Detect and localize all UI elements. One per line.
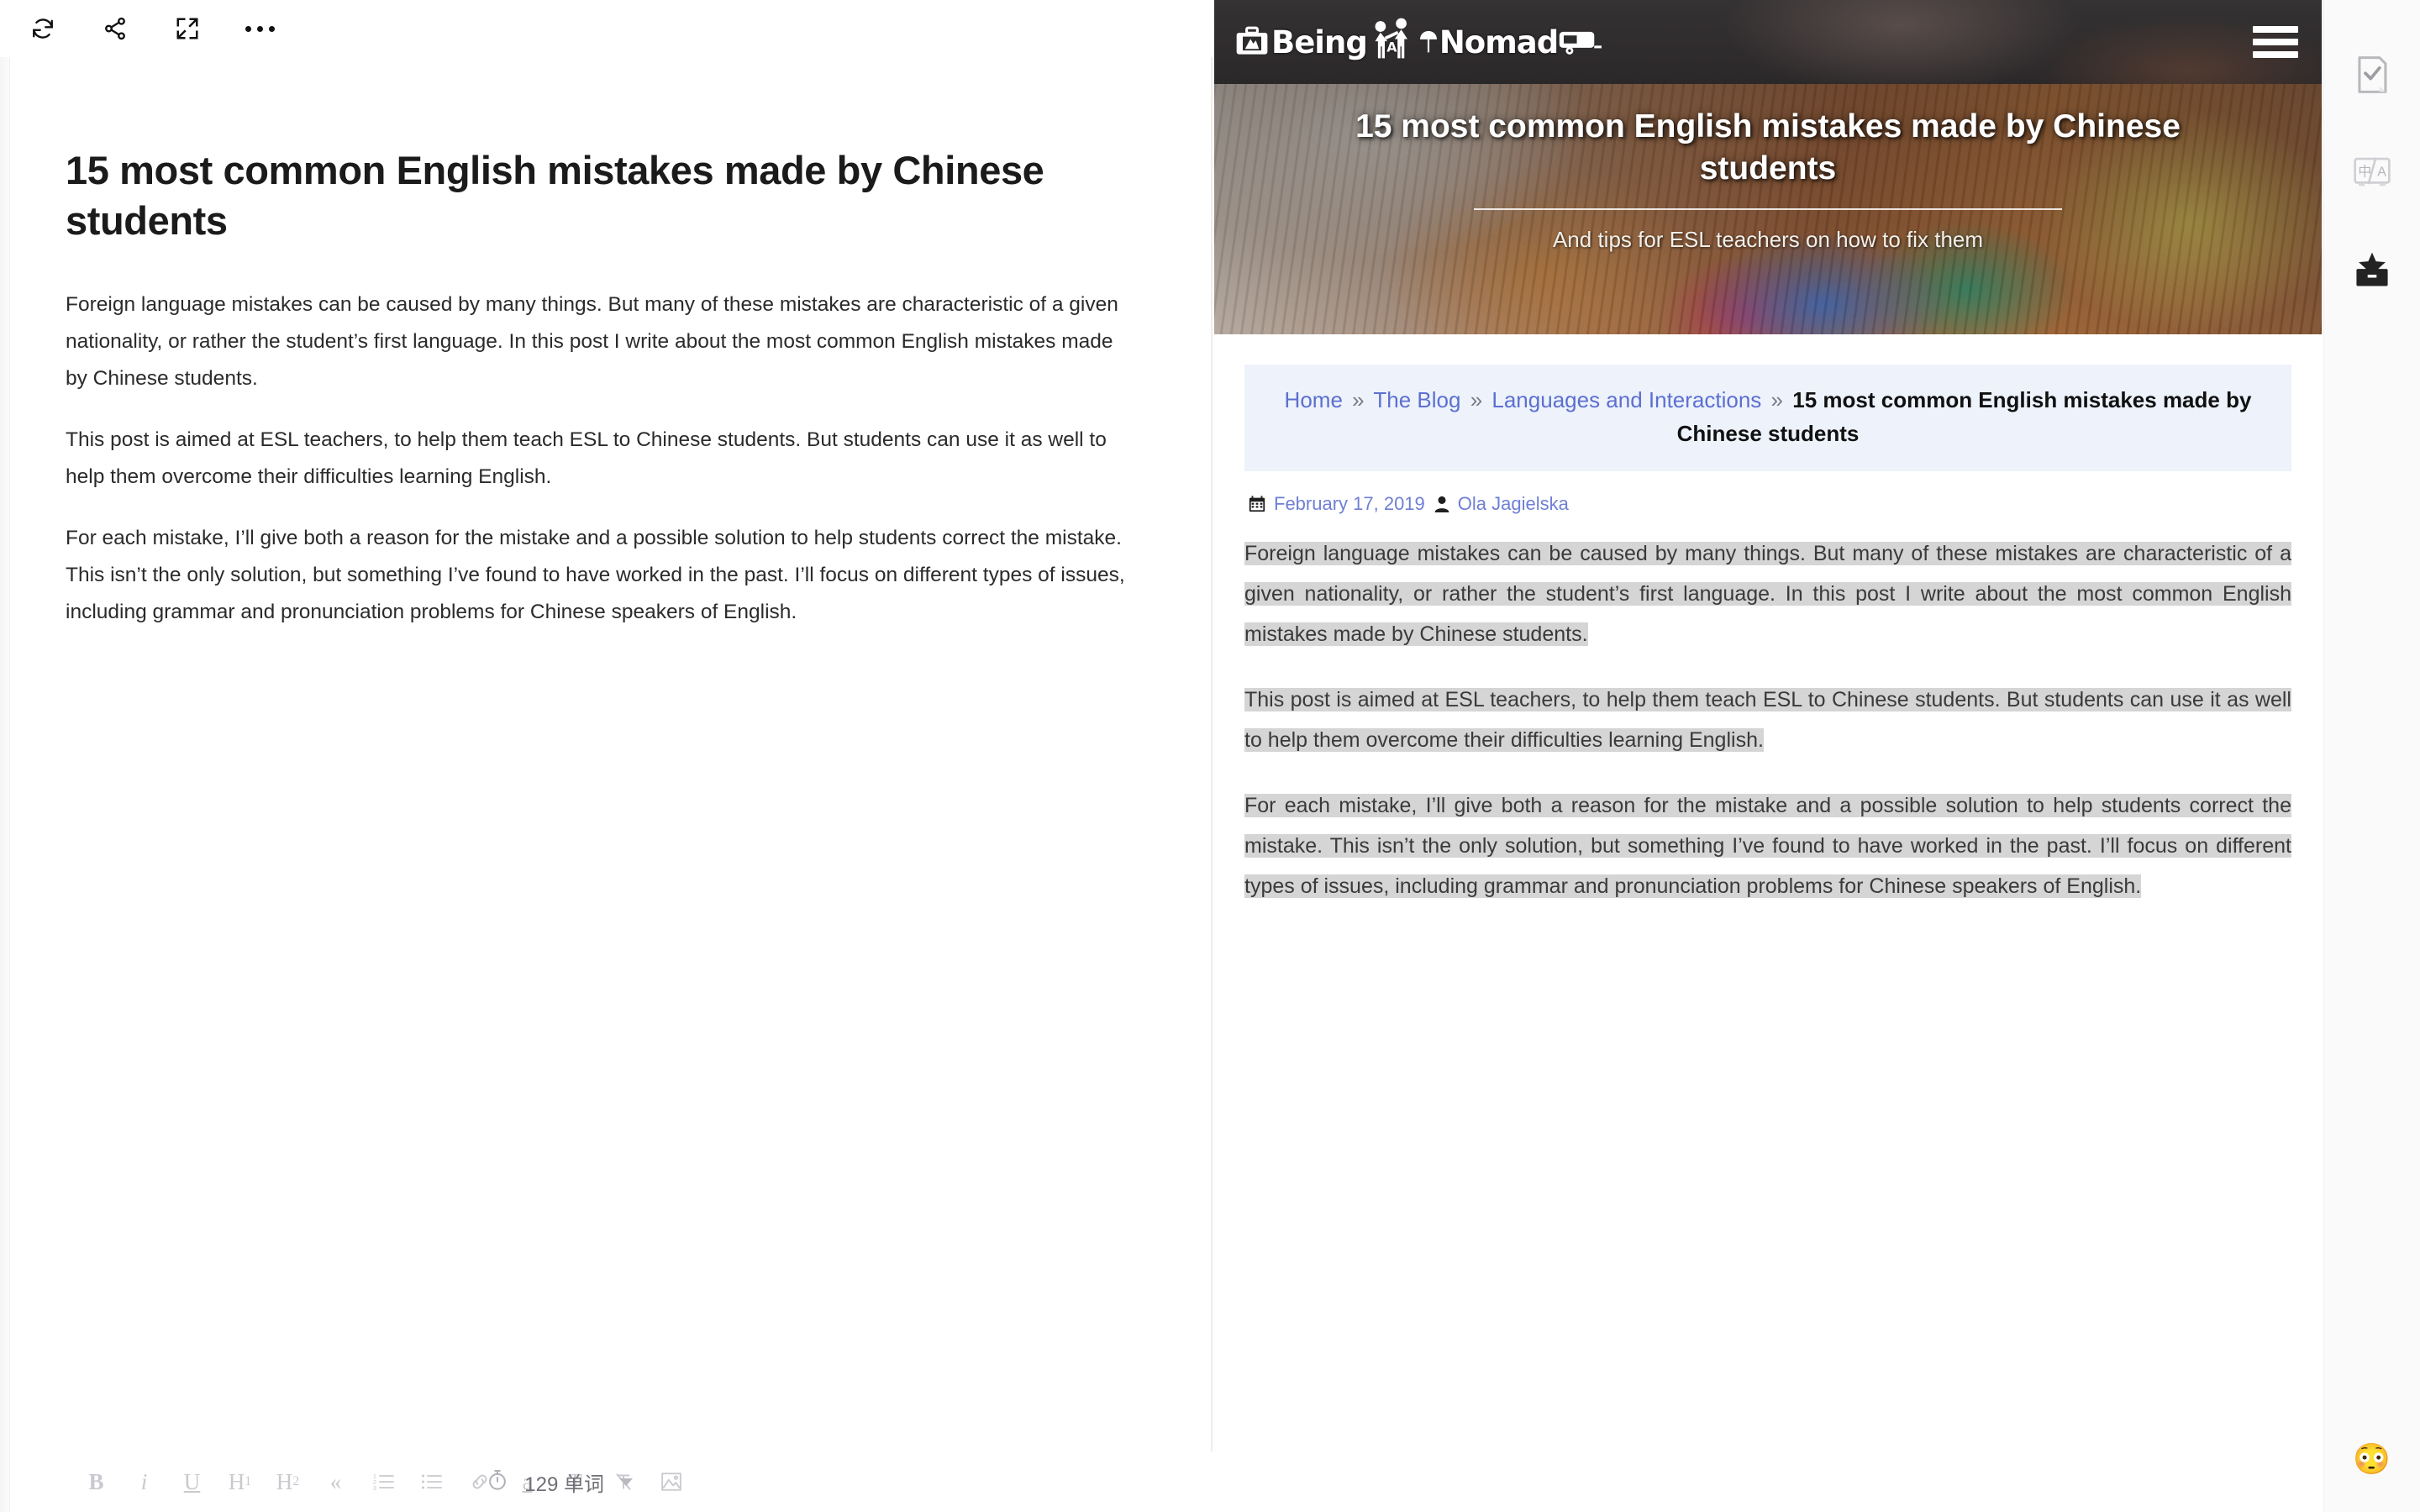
hero-divider: [1474, 207, 2062, 210]
translate-icon[interactable]: 中 A: [2349, 150, 2395, 195]
post-paragraph: Foreign language mistakes can be caused …: [1244, 533, 2291, 654]
breadcrumb-separator: »: [1770, 387, 1784, 412]
post-date-label: February 17, 2019: [1274, 492, 1425, 514]
post-date[interactable]: February 17, 2019: [1248, 493, 1425, 515]
more-options-icon[interactable]: [242, 11, 277, 46]
breadcrumb-item-languages-and-interactions[interactable]: Languages and Interactions: [1491, 387, 1761, 412]
umbrella-icon: [1418, 28, 1439, 56]
heading-1-button[interactable]: H1: [216, 1460, 264, 1504]
editor-format-toolbar: B i U H1 H2 « 1 2 3 a T 129 单词: [10, 1452, 1213, 1512]
breadcrumb-separator: »: [1352, 387, 1365, 412]
post-paragraph-text: Foreign language mistakes can be caused …: [1244, 541, 2291, 646]
app-root: 15 most common English mistakes made by …: [0, 0, 2420, 1512]
hero-subtitle: And tips for ESL teachers on how to fix …: [1552, 226, 1984, 252]
post-paragraph: For each mistake, I’ll give both a reaso…: [1244, 785, 2291, 906]
breadcrumb-item-the-blog[interactable]: The Blog: [1373, 387, 1460, 412]
emoji-badge[interactable]: 😳: [2353, 1441, 2391, 1478]
italic-button[interactable]: i: [120, 1460, 168, 1504]
post-author[interactable]: Ola Jagielska: [1434, 493, 1569, 515]
post-paragraph-text: This post is aimed at ESL teachers, to h…: [1244, 687, 2291, 752]
document-check-icon[interactable]: [2349, 52, 2395, 97]
word-count-label: 129 单词: [524, 1473, 604, 1496]
caravan-icon: [1558, 26, 1602, 58]
hero-title: 15 most common English mistakes made by …: [1355, 108, 2181, 186]
svg-text:A: A: [2377, 165, 2386, 180]
utility-sidebar: 中 A: [2323, 0, 2420, 1512]
breadcrumb-item-home[interactable]: Home: [1285, 387, 1343, 412]
logo-word-first: Being: [1271, 24, 1368, 60]
hero-banner: 15 most common English mistakes made by …: [1214, 84, 2322, 334]
archive-star-icon[interactable]: [2349, 247, 2395, 292]
chevron-down-icon[interactable]: [619, 1478, 633, 1486]
preview-pane: Being A Nomad 15 most common English mis…: [1214, 0, 2322, 1512]
document-paragraph[interactable]: Foreign language mistakes can be caused …: [66, 286, 1126, 396]
breadcrumb-current: 15 most common English mistakes made by …: [1676, 387, 2252, 447]
site-logo[interactable]: Being A Nomad: [1233, 16, 1602, 68]
post-paragraph-text: For each mistake, I’ll give both a reaso…: [1244, 793, 2291, 898]
document-paragraph[interactable]: For each mistake, I’ll give both a reaso…: [66, 520, 1126, 630]
blockquote-button[interactable]: «: [312, 1460, 360, 1504]
refresh-icon[interactable]: [25, 11, 60, 46]
svg-text:1: 1: [373, 1474, 376, 1480]
hamburger-menu-icon[interactable]: [2253, 24, 2298, 60]
document-title[interactable]: 15 most common English mistakes made by …: [66, 145, 1116, 246]
user-icon: [1434, 495, 1450, 513]
family-icon: A: [1367, 16, 1418, 68]
share-icon[interactable]: [97, 11, 133, 46]
document-paragraph[interactable]: This post is aimed at ESL teachers, to h…: [66, 422, 1126, 495]
breadcrumb-separator: »: [1470, 387, 1483, 412]
word-count-group[interactable]: 129 单词: [486, 1452, 1213, 1512]
svg-text:A: A: [1386, 39, 1397, 55]
svg-text:3: 3: [373, 1486, 376, 1491]
ordered-list-button[interactable]: 1 2 3: [360, 1460, 408, 1504]
fullscreen-icon[interactable]: [170, 11, 205, 46]
editor-pane: 15 most common English mistakes made by …: [0, 0, 1213, 1512]
stopwatch-icon: [486, 1468, 509, 1496]
breadcrumb: Home » The Blog » Languages and Interact…: [1244, 365, 2291, 471]
svg-text:中: 中: [2358, 164, 2371, 180]
logo-word-third: Nomad: [1439, 24, 1559, 60]
post-meta: February 17, 2019 Ola Jagielska: [1244, 493, 2291, 515]
post-area: Home » The Blog » Languages and Interact…: [1214, 365, 2322, 906]
calendar-icon: [1248, 495, 1266, 513]
post-paragraph: This post is aimed at ESL teachers, to h…: [1244, 680, 2291, 760]
site-header: Being A Nomad: [1214, 0, 2322, 84]
underline-button[interactable]: U: [168, 1460, 216, 1504]
editor-top-toolbar: [0, 0, 1213, 57]
editor-document[interactable]: 15 most common English mistakes made by …: [0, 57, 1213, 1452]
bold-button[interactable]: B: [72, 1460, 120, 1504]
suitcase-icon: [1233, 24, 1271, 60]
heading-2-button[interactable]: H2: [264, 1460, 312, 1504]
post-author-label: Ola Jagielska: [1457, 492, 1569, 514]
bullet-list-button[interactable]: [408, 1460, 455, 1504]
svg-text:2: 2: [373, 1480, 376, 1486]
